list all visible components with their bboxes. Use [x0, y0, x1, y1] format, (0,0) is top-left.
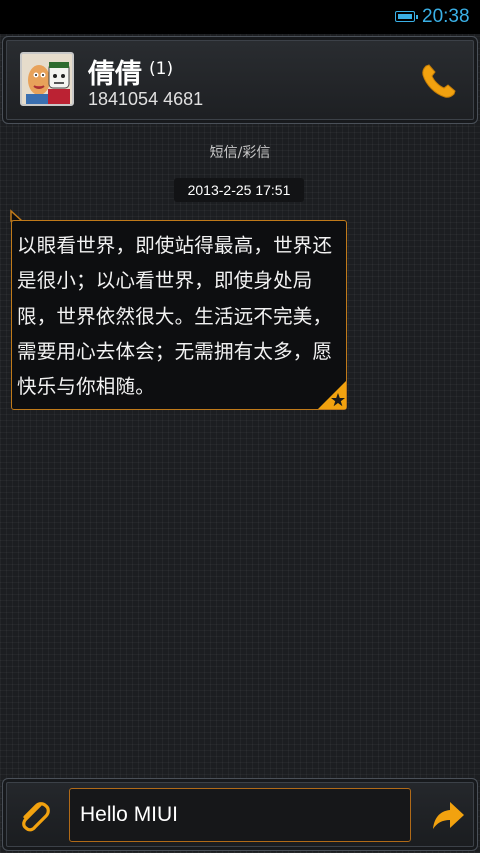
- call-button[interactable]: [418, 60, 460, 102]
- attach-button[interactable]: [16, 796, 52, 836]
- battery-icon: [395, 11, 418, 22]
- message-text: 以眼看世界，即使站得最高，世界还是很小；以心看世界，即使身处局限，世界依然很大。…: [17, 234, 333, 399]
- contact-name: 倩倩: [88, 59, 142, 90]
- unread-count: (1): [149, 59, 174, 79]
- message-timestamp: 2013-2-25 17:51: [174, 178, 304, 202]
- send-arrow-icon: [433, 802, 464, 829]
- phone-number: 1841054 4681: [88, 89, 204, 109]
- message-type-label: 短信/彩信: [209, 145, 271, 161]
- status-bar: 20:38: [0, 0, 480, 34]
- send-button[interactable]: [428, 796, 468, 836]
- background-grid: [0, 0, 480, 853]
- phone-icon: [422, 64, 456, 98]
- avatar-icon[interactable]: [20, 52, 74, 106]
- status-time: 20:38: [422, 6, 470, 27]
- star-icon[interactable]: [318, 381, 346, 409]
- message-input[interactable]: [69, 788, 411, 842]
- paperclip-icon: [22, 802, 50, 832]
